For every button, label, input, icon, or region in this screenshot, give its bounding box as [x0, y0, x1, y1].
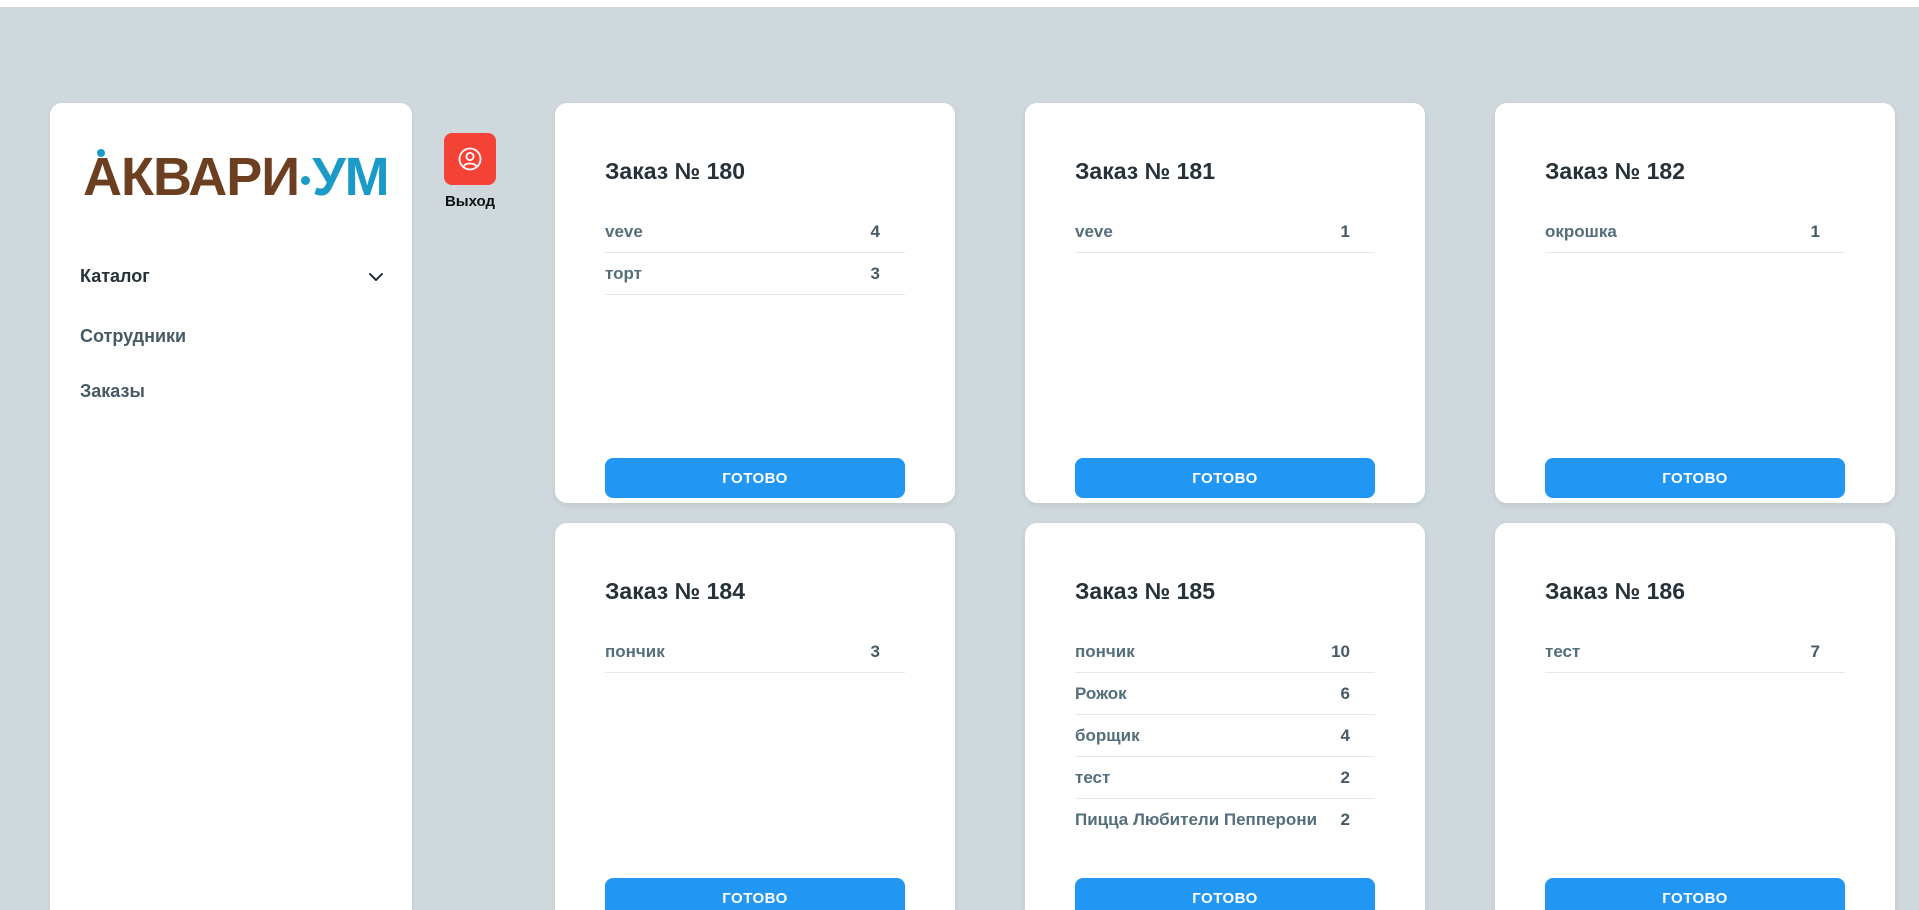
order-item: Пицца Любители Пепперони 2: [1075, 799, 1375, 841]
item-name: пончик: [1075, 641, 1135, 661]
order-title: Заказ № 181: [1075, 158, 1216, 184]
item-name: veve: [605, 221, 643, 241]
item-qty: 2: [1340, 767, 1350, 787]
order-item: торт 3: [605, 253, 905, 295]
order-item: окрошка 1: [1545, 211, 1845, 253]
order-item: тест 7: [1545, 631, 1845, 673]
done-button[interactable]: ГОТОВО: [605, 878, 905, 910]
order-items: тест 7: [1545, 631, 1845, 673]
item-name: тест: [1075, 767, 1111, 787]
logo-part1: АКВАРИ: [83, 147, 300, 207]
order-title: Заказ № 185: [1075, 578, 1216, 604]
order-card: Заказ № 184 пончик 3 ГОТОВО: [555, 523, 955, 910]
sidebar-item-staff[interactable]: Сотрудники: [80, 326, 186, 347]
item-qty: 4: [870, 221, 880, 241]
order-title: Заказ № 182: [1545, 158, 1686, 184]
order-card: Заказ № 185 пончик 10 Рожок 6 борщик 4 тест…: [1025, 523, 1425, 910]
item-name: тест: [1545, 641, 1581, 661]
item-name: торт: [605, 263, 642, 283]
order-item: пончик 10: [1075, 631, 1375, 673]
order-card: Заказ № 186 тест 7 ГОТОВО: [1495, 523, 1895, 910]
item-name: окрошка: [1545, 221, 1617, 241]
order-items: veve 4 торт 3: [605, 211, 905, 295]
user-circle-icon: [458, 147, 482, 171]
order-item: борщик 4: [1075, 715, 1375, 757]
order-item: veve 1: [1075, 211, 1375, 253]
order-title: Заказ № 180: [605, 158, 746, 184]
order-items: пончик 10 Рожок 6 борщик 4 тест 2 Пицца Люби…: [1075, 631, 1375, 841]
item-qty: 4: [1340, 725, 1350, 745]
order-item: тест 2: [1075, 757, 1375, 799]
logout[interactable]: Выход: [444, 133, 496, 210]
order-item: veve 4: [605, 211, 905, 253]
done-button[interactable]: ГОТОВО: [1075, 458, 1375, 498]
order-card: Заказ № 180 veve 4 торт 3 ГОТОВО: [555, 103, 955, 503]
item-qty: 10: [1331, 641, 1350, 661]
sidebar-item-label: Заказы: [80, 381, 145, 401]
sidebar: АКВАРИ УМ Каталог Сотрудники Заказы: [50, 103, 412, 910]
item-name: Рожок: [1075, 683, 1127, 703]
item-qty: 6: [1340, 683, 1350, 703]
item-qty: 3: [870, 641, 880, 661]
done-button[interactable]: ГОТОВО: [1075, 878, 1375, 910]
item-qty: 1: [1810, 221, 1820, 241]
order-card: Заказ № 182 окрошка 1 ГОТОВО: [1495, 103, 1895, 503]
top-bar: [0, 0, 1919, 7]
item-qty: 1: [1340, 221, 1350, 241]
logout-label: Выход: [444, 193, 496, 210]
sidebar-item-orders[interactable]: Заказы: [80, 381, 145, 402]
done-button[interactable]: ГОТОВО: [1545, 458, 1845, 498]
order-items: окрошка 1: [1545, 211, 1845, 253]
logout-button[interactable]: [444, 133, 496, 185]
item-name: пончик: [605, 641, 665, 661]
order-title: Заказ № 184: [605, 578, 746, 604]
order-item: пончик 3: [605, 631, 905, 673]
order-title: Заказ № 186: [1545, 578, 1686, 604]
order-card: Заказ № 181 veve 1 ГОТОВО: [1025, 103, 1425, 503]
logo-dot: [301, 176, 311, 186]
sidebar-item-label: Сотрудники: [80, 326, 187, 346]
logo[interactable]: АКВАРИ УМ: [83, 147, 393, 207]
order-item: Рожок 6: [1075, 673, 1375, 715]
order-items: пончик 3: [605, 631, 905, 673]
sidebar-item-label: Каталог: [80, 266, 150, 286]
item-qty: 3: [870, 263, 880, 283]
logo-accent-dot: [97, 149, 105, 157]
chevron-down-icon: [369, 273, 383, 281]
logo-part2: УМ: [312, 147, 390, 207]
done-button[interactable]: ГОТОВО: [605, 458, 905, 498]
done-button[interactable]: ГОТОВО: [1545, 878, 1845, 910]
order-items: veve 1: [1075, 211, 1375, 253]
item-name: борщик: [1075, 725, 1140, 745]
item-name: veve: [1075, 221, 1113, 241]
item-name: Пицца Любители Пепперони: [1075, 810, 1318, 829]
sidebar-item-catalog[interactable]: Каталог: [80, 266, 385, 287]
item-qty: 7: [1810, 641, 1820, 661]
item-qty: 2: [1340, 810, 1350, 829]
